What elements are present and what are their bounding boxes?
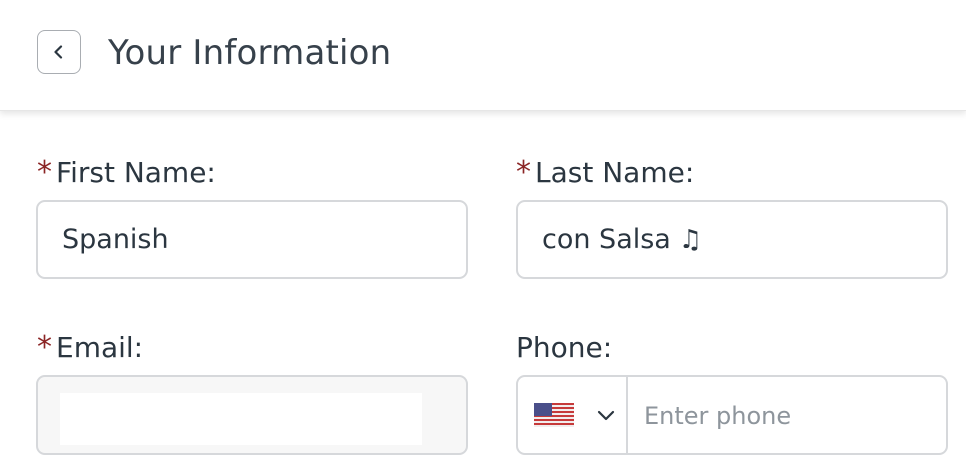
first-name-label-text: First Name: bbox=[56, 156, 216, 189]
last-name-label-text: Last Name: bbox=[535, 156, 695, 189]
last-name-label: * Last Name: bbox=[516, 155, 694, 191]
last-name-value: con Salsa bbox=[542, 224, 671, 255]
page-title: Your Information bbox=[108, 33, 392, 73]
phone-input[interactable] bbox=[628, 377, 946, 455]
phone-label-text: Phone: bbox=[516, 331, 613, 364]
music-note-icon: ♫ bbox=[678, 224, 703, 255]
us-flag-icon bbox=[534, 403, 574, 427]
first-name-value: Spanish bbox=[62, 224, 169, 255]
page-header: Your Information bbox=[0, 0, 966, 111]
first-name-field[interactable]: Spanish bbox=[36, 200, 468, 279]
phone-label: Phone: bbox=[516, 330, 612, 366]
country-code-select[interactable] bbox=[518, 377, 628, 453]
first-name-label: * First Name: bbox=[37, 155, 216, 191]
required-marker: * bbox=[37, 330, 52, 365]
email-label-text: Email: bbox=[56, 331, 144, 364]
back-button[interactable] bbox=[37, 30, 81, 74]
email-redaction bbox=[60, 393, 422, 445]
required-marker: * bbox=[516, 155, 531, 190]
required-marker: * bbox=[37, 155, 52, 190]
email-label: * Email: bbox=[37, 330, 143, 366]
phone-field bbox=[516, 375, 948, 455]
chevron-down-icon bbox=[596, 408, 616, 422]
last-name-field[interactable]: con Salsa ♫ bbox=[516, 200, 948, 279]
chevron-left-icon bbox=[54, 45, 63, 59]
email-field[interactable] bbox=[36, 375, 468, 455]
